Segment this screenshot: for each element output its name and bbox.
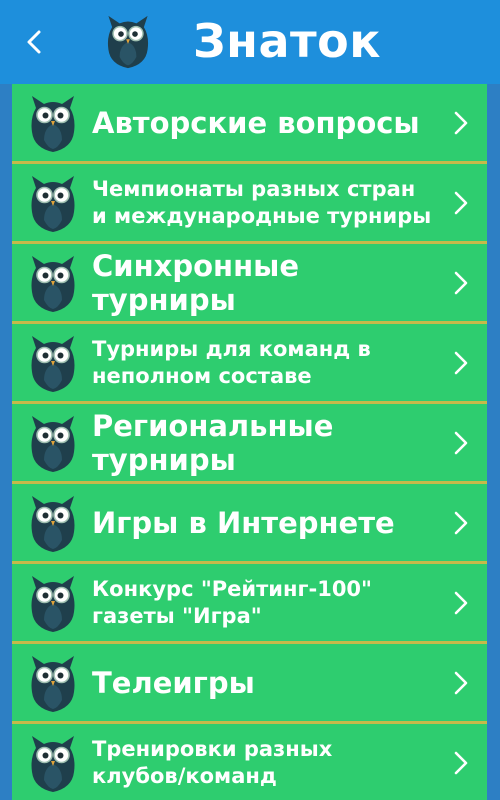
category-row[interactable]: Тренировки разных клубов/команд xyxy=(12,724,487,800)
chevron-right-icon xyxy=(454,511,468,535)
category-label: Игры в Интернете xyxy=(92,505,395,540)
category-row[interactable]: Телеигры xyxy=(12,644,487,724)
category-row[interactable]: Конкурс "Рейтинг-100" газеты "Игра" xyxy=(12,564,487,644)
owl-icon xyxy=(31,176,75,232)
category-label: Турниры для команд в неполном составе xyxy=(92,336,371,388)
chevron-left-icon xyxy=(27,30,41,54)
category-label: Конкурс "Рейтинг-100" газеты "Игра" xyxy=(92,576,372,628)
app-bar: Знаток xyxy=(0,0,500,84)
back-button[interactable] xyxy=(14,20,54,64)
category-label: Авторские вопросы xyxy=(92,105,420,140)
category-label: Региональные турниры xyxy=(92,408,334,477)
owl-icon xyxy=(31,576,75,632)
chevron-right-icon xyxy=(454,751,468,775)
owl-icon xyxy=(31,496,75,552)
category-row[interactable]: Игры в Интернете xyxy=(12,484,487,564)
chevron-right-icon xyxy=(454,431,468,455)
category-row[interactable]: Авторские вопросы xyxy=(12,84,487,164)
category-row[interactable]: Чемпионаты разных стран и международные … xyxy=(12,164,487,244)
category-label: Тренировки разных клубов/команд xyxy=(92,736,333,788)
category-label: Чемпионаты разных стран и международные … xyxy=(92,176,432,228)
category-label: Синхронные турниры xyxy=(92,248,299,317)
owl-icon xyxy=(31,336,75,392)
chevron-right-icon xyxy=(454,351,468,375)
chevron-right-icon xyxy=(454,591,468,615)
chevron-right-icon xyxy=(454,191,468,215)
chevron-right-icon xyxy=(454,271,468,295)
owl-logo-icon xyxy=(107,15,149,69)
chevron-right-icon xyxy=(454,671,468,695)
chevron-right-icon xyxy=(454,111,468,135)
owl-icon xyxy=(31,736,75,792)
category-row[interactable]: Региональные турниры xyxy=(12,404,487,484)
category-label: Телеигры xyxy=(92,665,255,700)
owl-icon xyxy=(31,256,75,312)
owl-icon xyxy=(31,656,75,712)
category-list[interactable]: Авторские вопросы Чемпионаты разных стран… xyxy=(12,84,487,800)
category-row[interactable]: Синхронные турниры xyxy=(12,244,487,324)
owl-icon xyxy=(31,96,75,152)
category-row[interactable]: Турниры для команд в неполном составе xyxy=(12,324,487,404)
app-title: Знаток xyxy=(193,14,381,68)
owl-icon xyxy=(31,416,75,472)
